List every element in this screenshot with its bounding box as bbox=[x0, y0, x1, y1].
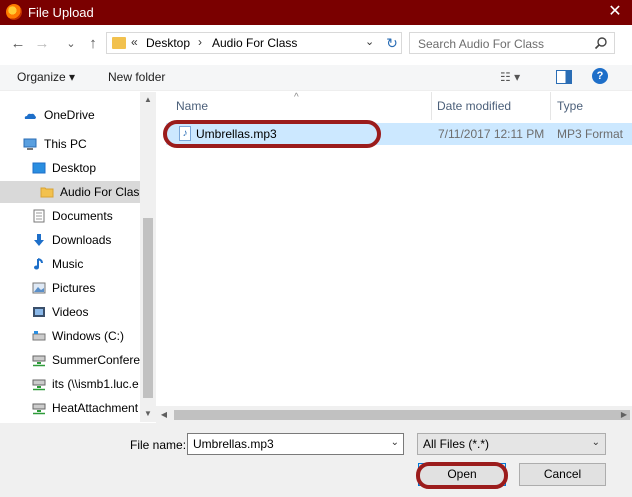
sidebar-item-videos[interactable]: Videos bbox=[0, 301, 140, 323]
file-type-filter-select[interactable]: All Files (*.*) ⌄ bbox=[417, 433, 606, 455]
search-icon bbox=[594, 37, 607, 50]
scroll-right-button[interactable]: ▶ bbox=[616, 406, 632, 423]
onedrive-icon bbox=[24, 113, 36, 119]
sidebar-item-audio-for-class[interactable]: Audio For Clas bbox=[0, 181, 140, 203]
documents-icon bbox=[33, 209, 45, 223]
forward-button[interactable]: → bbox=[33, 34, 51, 54]
sidebar-item-music[interactable]: Music bbox=[0, 253, 140, 275]
file-date: 7/11/2017 12:11 PM bbox=[438, 127, 545, 141]
sidebar-item-documents[interactable]: Documents bbox=[0, 205, 140, 227]
network-drive-icon bbox=[32, 355, 46, 367]
sidebar-item-desktop[interactable]: Desktop bbox=[0, 157, 140, 179]
file-name-input[interactable]: Umbrellas.mp3 ⌄ bbox=[187, 433, 404, 455]
column-header-name[interactable]: Name bbox=[176, 92, 208, 120]
folder-icon bbox=[112, 37, 126, 49]
folder-icon bbox=[40, 187, 54, 198]
sidebar-item-label: Pictures bbox=[52, 281, 96, 295]
scroll-thumb[interactable] bbox=[174, 410, 630, 420]
recent-locations-button[interactable]: ⌄ bbox=[62, 34, 80, 54]
pictures-icon bbox=[32, 282, 46, 294]
preview-pane-icon[interactable] bbox=[556, 70, 572, 84]
sidebar-item-label: Desktop bbox=[52, 161, 97, 175]
close-button[interactable]: ✕ bbox=[598, 0, 632, 25]
breadcrumb-overflow[interactable]: « bbox=[131, 35, 138, 49]
sidebar-item-label: HeatAttachment bbox=[52, 401, 139, 415]
desktop-icon bbox=[32, 162, 46, 174]
sidebar-item-windows-c[interactable]: Windows (C:) bbox=[0, 325, 140, 347]
file-type: MP3 Format bbox=[557, 127, 624, 141]
cancel-button[interactable]: Cancel bbox=[519, 463, 606, 486]
up-button[interactable]: ↑ bbox=[84, 34, 102, 54]
title-bar: File Upload ✕ bbox=[0, 0, 632, 25]
filter-value: All Files (*.*) bbox=[423, 437, 490, 451]
address-dropdown-button[interactable]: ⌄ bbox=[365, 35, 374, 48]
sidebar-item-label: This PC bbox=[44, 137, 87, 151]
column-divider[interactable] bbox=[550, 92, 551, 120]
chevron-down-icon[interactable]: ⌄ bbox=[391, 437, 399, 448]
drive-icon bbox=[32, 331, 46, 341]
open-button[interactable]: Open bbox=[418, 463, 506, 486]
file-name-label: File name: bbox=[130, 438, 187, 452]
sidebar-item-label: OneDrive bbox=[44, 108, 95, 122]
sidebar-item-downloads[interactable]: Downloads bbox=[0, 229, 140, 251]
navigation-pane: OneDrive This PC Desktop Audio For Clas … bbox=[0, 92, 140, 422]
scroll-up-button[interactable]: ▲ bbox=[140, 92, 156, 108]
view-options-button[interactable]: ☷ ▾ bbox=[500, 70, 520, 84]
sidebar-item-its[interactable]: its (\\ismb1.luc.e bbox=[0, 373, 140, 395]
search-placeholder: Search Audio For Class bbox=[418, 37, 545, 51]
computer-icon bbox=[23, 138, 37, 150]
firefox-icon bbox=[6, 4, 22, 20]
videos-icon bbox=[33, 307, 45, 317]
network-drive-icon bbox=[32, 379, 46, 391]
scroll-left-button[interactable]: ◀ bbox=[156, 406, 172, 423]
new-folder-button[interactable]: New folder bbox=[108, 70, 165, 84]
refresh-button[interactable]: ↻ bbox=[383, 34, 401, 52]
file-name-value: Umbrellas.mp3 bbox=[193, 437, 274, 451]
column-header-date-modified[interactable]: Date modified bbox=[437, 92, 511, 120]
sidebar-item-heatattachment[interactable]: HeatAttachment bbox=[0, 397, 140, 419]
breadcrumb-desktop[interactable]: Desktop bbox=[146, 36, 190, 50]
column-header-type[interactable]: Type bbox=[557, 92, 583, 120]
sidebar-item-label: Audio For Clas bbox=[60, 185, 140, 199]
scroll-thumb[interactable] bbox=[143, 218, 153, 398]
window-title: File Upload bbox=[28, 5, 94, 20]
sidebar-item-label: SummerConfere bbox=[52, 353, 140, 367]
address-bar[interactable]: « Desktop › Audio For Class ⌄ bbox=[106, 32, 402, 54]
sidebar-item-pictures[interactable]: Pictures bbox=[0, 277, 140, 299]
sidebar-item-onedrive[interactable]: OneDrive bbox=[0, 104, 140, 126]
search-input[interactable]: Search Audio For Class bbox=[409, 32, 615, 54]
annotation-highlight-file bbox=[163, 120, 381, 148]
command-toolbar: Organize ▾ New folder ☷ ▾ ? bbox=[0, 65, 632, 91]
sidebar-item-label: Music bbox=[52, 257, 84, 271]
scroll-down-button[interactable]: ▼ bbox=[140, 406, 156, 422]
sidebar-item-label: Downloads bbox=[52, 233, 112, 247]
help-icon[interactable]: ? bbox=[592, 68, 608, 84]
file-list-hscrollbar[interactable]: ◀ ▶ bbox=[156, 406, 632, 423]
breadcrumb-separator: › bbox=[198, 35, 202, 49]
network-drive-icon bbox=[32, 403, 46, 415]
sidebar-item-summerconfere[interactable]: SummerConfere bbox=[0, 349, 140, 371]
sidebar-item-label: Windows (C:) bbox=[52, 329, 125, 343]
downloads-icon bbox=[34, 234, 44, 246]
breadcrumb-audio-for-class[interactable]: Audio For Class bbox=[212, 36, 297, 50]
sort-indicator: ^ bbox=[294, 92, 299, 103]
sidebar-scrollbar[interactable]: ▲ ▼ bbox=[140, 92, 156, 422]
chevron-down-icon: ⌄ bbox=[591, 437, 600, 448]
sidebar-item-label: Videos bbox=[52, 305, 89, 319]
music-icon bbox=[34, 258, 43, 270]
sidebar-item-label: Documents bbox=[52, 209, 113, 223]
sidebar-item-this-pc[interactable]: This PC bbox=[0, 133, 140, 155]
back-button[interactable]: ← bbox=[9, 34, 27, 54]
sidebar-item-label: its (\\ismb1.luc.e bbox=[52, 377, 139, 391]
column-divider[interactable] bbox=[431, 92, 432, 120]
organize-menu[interactable]: Organize ▾ bbox=[17, 70, 75, 84]
